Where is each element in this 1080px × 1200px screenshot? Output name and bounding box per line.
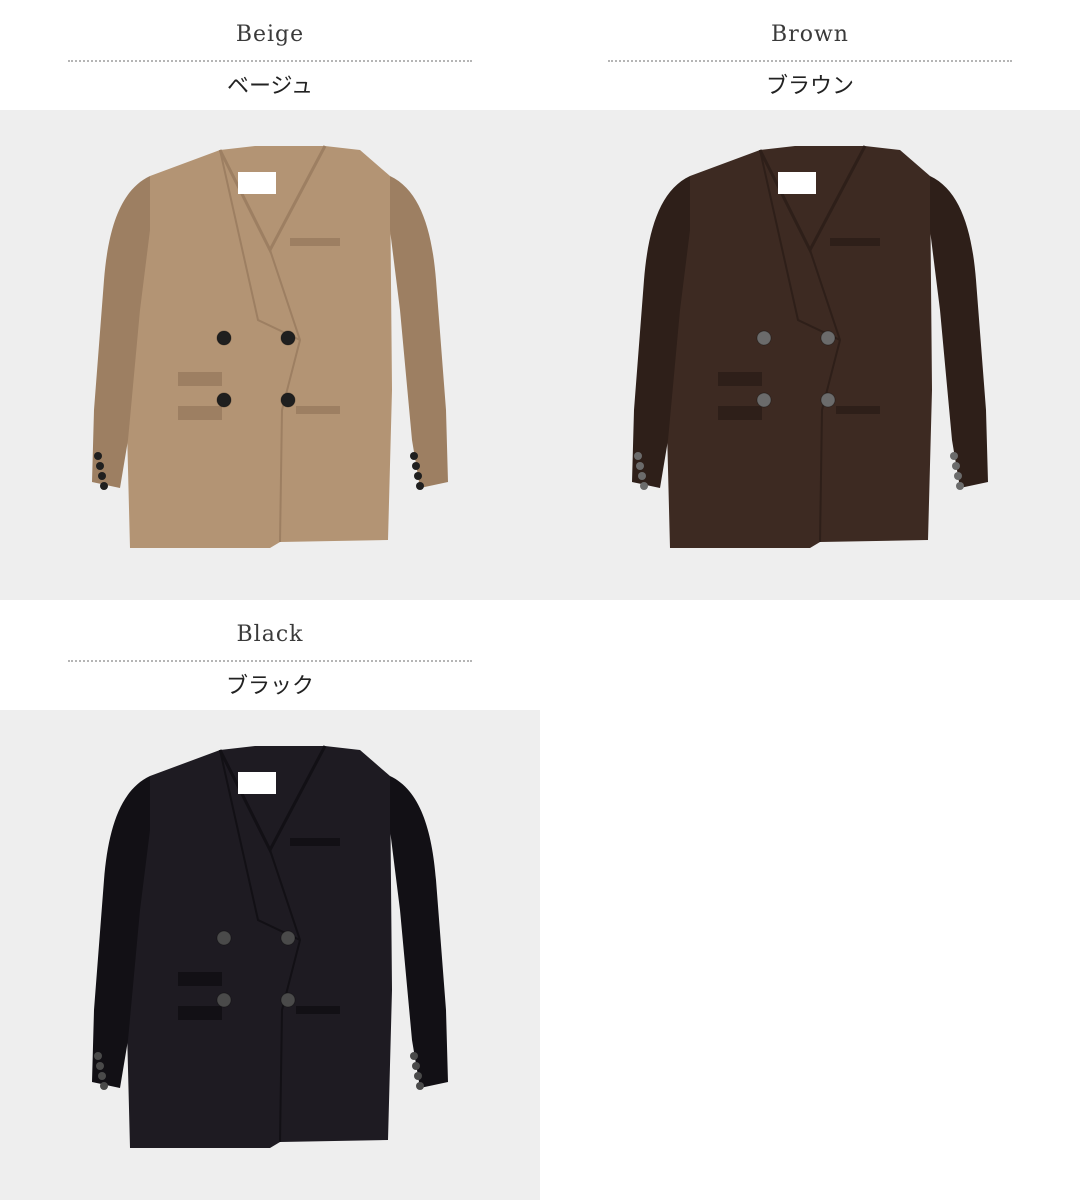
black-jacket-photo <box>0 710 540 1200</box>
variant-beige: Beige ベージュ <box>0 0 540 600</box>
beige-jacket-photo <box>0 110 540 600</box>
variant-name-en: Black <box>236 622 304 647</box>
jacket-illustration <box>0 110 540 600</box>
variant-header: Black ブラック <box>0 600 540 710</box>
variant-name-jp: ブラウン <box>765 74 854 99</box>
variant-black: Black ブラック <box>0 600 540 1200</box>
jacket-illustration <box>0 710 540 1200</box>
brown-jacket-photo <box>540 110 1080 600</box>
variant-brown: Brown ブラウン <box>540 0 1080 600</box>
variant-header: Beige ベージュ <box>0 0 540 110</box>
variant-name-jp: ベージュ <box>226 74 314 99</box>
jacket-illustration <box>540 110 1080 600</box>
dotted-divider <box>68 60 472 62</box>
variant-header: Brown ブラウン <box>540 0 1080 110</box>
variant-name-en: Brown <box>771 22 849 47</box>
dotted-divider <box>608 60 1012 62</box>
variant-name-jp: ブラック <box>225 674 314 699</box>
variant-name-en: Beige <box>235 22 305 47</box>
dotted-divider <box>68 660 472 662</box>
